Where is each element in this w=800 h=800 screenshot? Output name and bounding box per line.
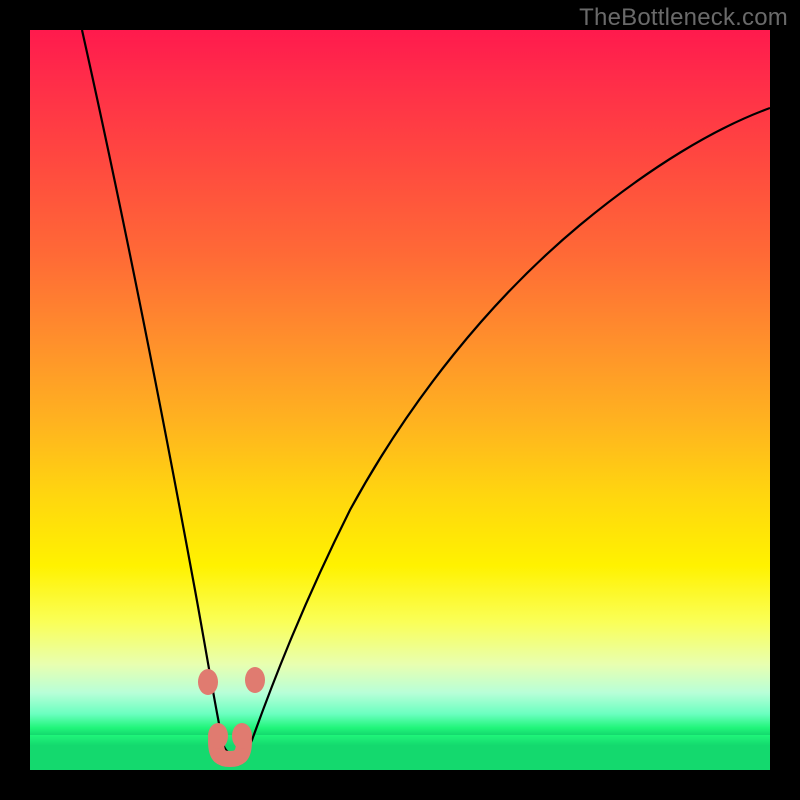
plot-frame <box>30 30 770 770</box>
bottleneck-curve <box>82 30 770 754</box>
marker-dot-left-upper <box>198 669 218 695</box>
watermark-label: TheBottleneck.com <box>579 4 788 32</box>
marker-dot-right-upper <box>245 667 265 693</box>
marker-dot-left-lower <box>208 723 228 749</box>
curve-layer <box>30 30 770 770</box>
marker-dot-right-lower <box>232 723 252 749</box>
